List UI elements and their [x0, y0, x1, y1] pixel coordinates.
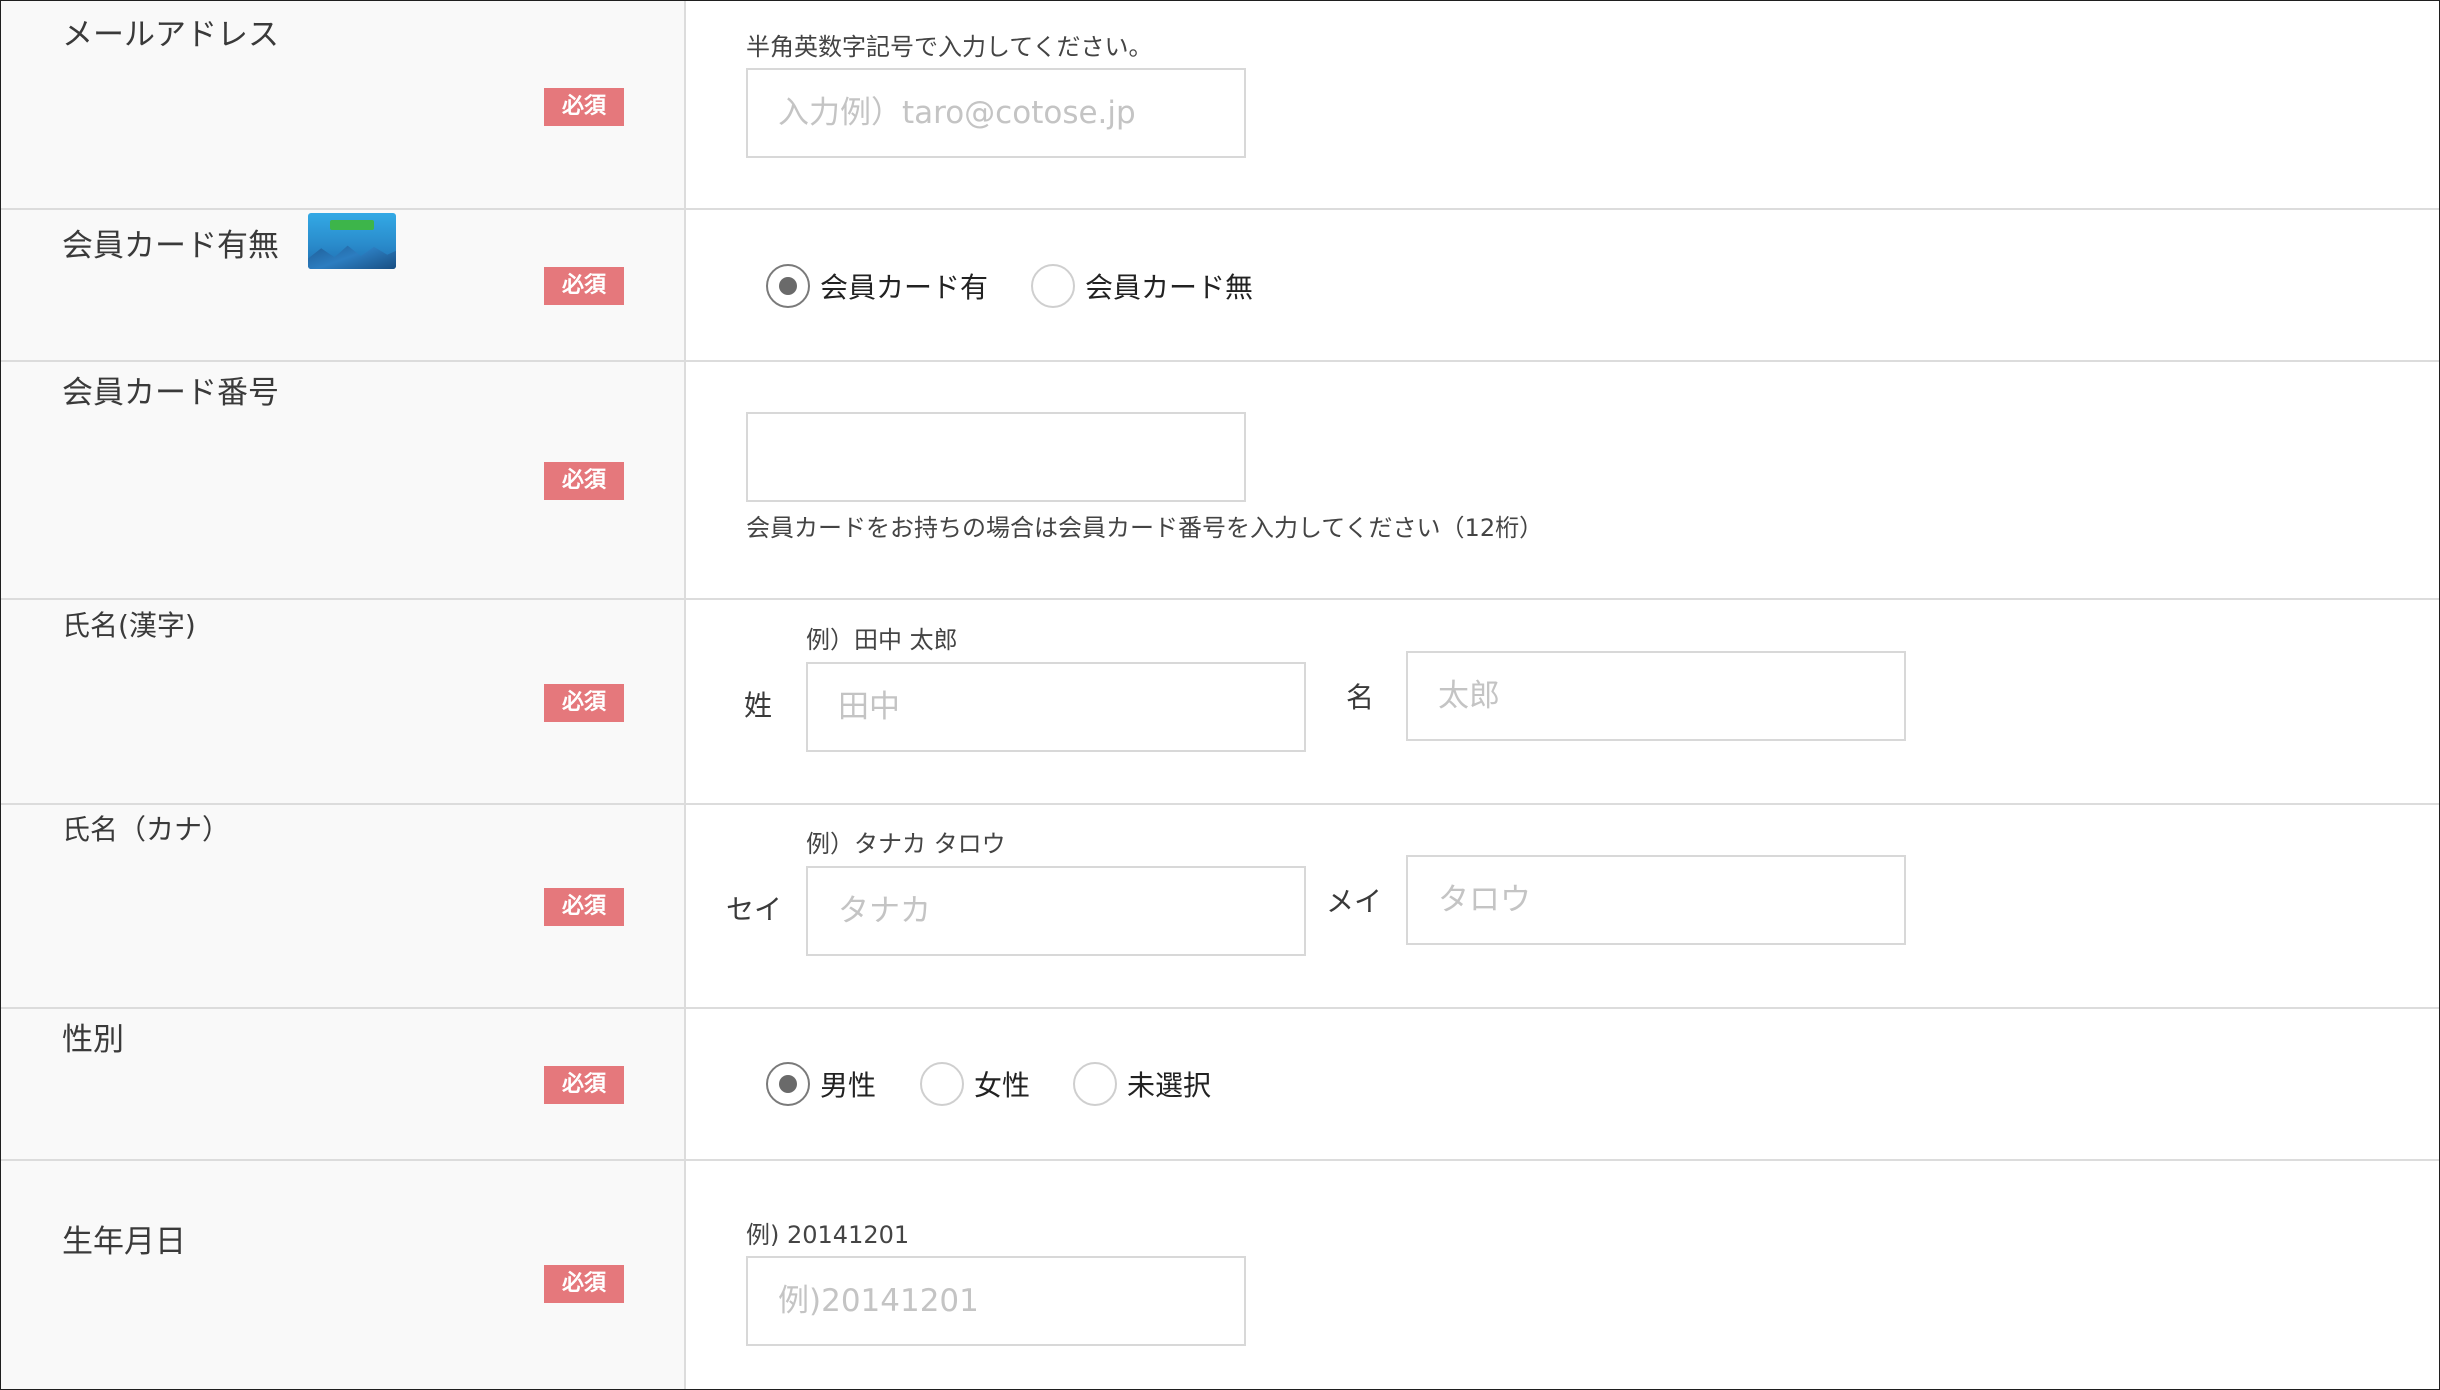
radio-card-yes-label: 会員カード有: [820, 271, 989, 304]
first-name-input[interactable]: [1406, 651, 1906, 741]
birthdate-label-cell: 生年月日 必須: [1, 1161, 686, 1389]
required-badge: 必須: [544, 684, 624, 722]
required-badge: 必須: [544, 1066, 624, 1104]
last-name-kana-label: セイ: [726, 893, 783, 926]
radio-gender-unselected[interactable]: 未選択: [1073, 1059, 1211, 1109]
radio-checked-icon[interactable]: [766, 264, 810, 308]
name-kana-label-cell: 氏名（カナ） 必須: [1, 805, 686, 1007]
last-name-kana-input[interactable]: [806, 866, 1306, 956]
last-name-input[interactable]: [806, 662, 1306, 752]
required-badge: 必須: [544, 88, 624, 126]
email-field-cell: 半角英数字記号で入力してください。: [686, 1, 2439, 208]
member-card-row: 会員カード有無 必須 会員カード有 会員カード無: [1, 210, 2439, 362]
member-card-image: [308, 213, 396, 269]
radio-gender-unselected-label: 未選択: [1127, 1069, 1212, 1102]
registration-form: メールアドレス 必須 半角英数字記号で入力してください。 会員カード有無 必須 …: [0, 0, 2440, 1390]
name-kana-field-cell: 例）タナカ タロウ セイ メイ: [686, 805, 2439, 1007]
radio-unchecked-icon[interactable]: [920, 1062, 964, 1106]
first-name-kana-label: メイ: [1326, 885, 1383, 918]
radio-gender-female[interactable]: 女性: [920, 1059, 1030, 1109]
radio-unchecked-icon[interactable]: [1073, 1062, 1117, 1106]
required-badge: 必須: [544, 267, 624, 305]
name-kanji-label: 氏名(漢字): [62, 609, 196, 642]
required-badge: 必須: [544, 1265, 624, 1303]
card-logo-icon: [330, 220, 374, 230]
birthdate-input[interactable]: [746, 1256, 1246, 1346]
email-note: 半角英数字記号で入力してください。: [746, 33, 1153, 61]
card-mountain-graphic: [308, 245, 396, 269]
card-number-label-cell: 会員カード番号 必須: [1, 362, 686, 598]
card-number-input[interactable]: [746, 412, 1246, 502]
email-label: メールアドレス: [62, 17, 279, 53]
gender-label-cell: 性別 必須: [1, 1009, 686, 1159]
radio-card-no-label: 会員カード無: [1085, 271, 1254, 304]
radio-unchecked-icon[interactable]: [1031, 264, 1075, 308]
card-number-note: 会員カードをお持ちの場合は会員カード番号を入力してください（12桁）: [746, 514, 1544, 542]
first-name-kana-input[interactable]: [1406, 855, 1906, 945]
birthdate-row: 生年月日 必須 例) 20141201: [1, 1161, 2439, 1389]
radio-card-yes[interactable]: 会員カード有: [766, 261, 988, 311]
gender-label: 性別: [62, 1022, 124, 1058]
member-card-field-cell: 会員カード有 会員カード無: [686, 210, 2439, 360]
name-kanji-field-cell: 例）田中 太郎 姓 名: [686, 600, 2439, 803]
radio-card-no[interactable]: 会員カード無: [1031, 261, 1253, 311]
card-number-label: 会員カード番号: [62, 375, 279, 411]
member-card-label: 会員カード有無: [62, 228, 279, 264]
name-kanji-row: 氏名(漢字) 必須 例）田中 太郎 姓 名: [1, 600, 2439, 805]
email-input[interactable]: [746, 68, 1246, 158]
name-kanji-label-cell: 氏名(漢字) 必須: [1, 600, 686, 803]
required-badge: 必須: [544, 888, 624, 926]
name-kanji-example: 例）田中 太郎: [806, 626, 958, 654]
radio-gender-female-label: 女性: [974, 1069, 1031, 1102]
radio-gender-male[interactable]: 男性: [766, 1059, 876, 1109]
birthdate-label: 生年月日: [62, 1224, 186, 1260]
required-badge: 必須: [544, 462, 624, 500]
email-label-cell: メールアドレス 必須: [1, 1, 686, 208]
name-kana-example: 例）タナカ タロウ: [806, 830, 1006, 858]
birthdate-field-cell: 例) 20141201: [686, 1161, 2439, 1389]
name-kana-label: 氏名（カナ）: [62, 813, 231, 846]
name-kana-row: 氏名（カナ） 必須 例）タナカ タロウ セイ メイ: [1, 805, 2439, 1009]
birthdate-example: 例) 20141201: [746, 1221, 910, 1249]
card-number-field-cell: 会員カードをお持ちの場合は会員カード番号を入力してください（12桁）: [686, 362, 2439, 598]
last-name-label: 姓: [744, 689, 773, 722]
member-card-label-cell: 会員カード有無 必須: [1, 210, 686, 360]
email-row: メールアドレス 必須 半角英数字記号で入力してください。: [1, 1, 2439, 210]
gender-field-cell: 男性 女性 未選択: [686, 1009, 2439, 1159]
first-name-label: 名: [1346, 681, 1375, 714]
radio-checked-icon[interactable]: [766, 1062, 810, 1106]
gender-row: 性別 必須 男性 女性 未選択: [1, 1009, 2439, 1161]
card-number-row: 会員カード番号 必須 会員カードをお持ちの場合は会員カード番号を入力してください…: [1, 362, 2439, 600]
radio-gender-male-label: 男性: [820, 1069, 877, 1102]
